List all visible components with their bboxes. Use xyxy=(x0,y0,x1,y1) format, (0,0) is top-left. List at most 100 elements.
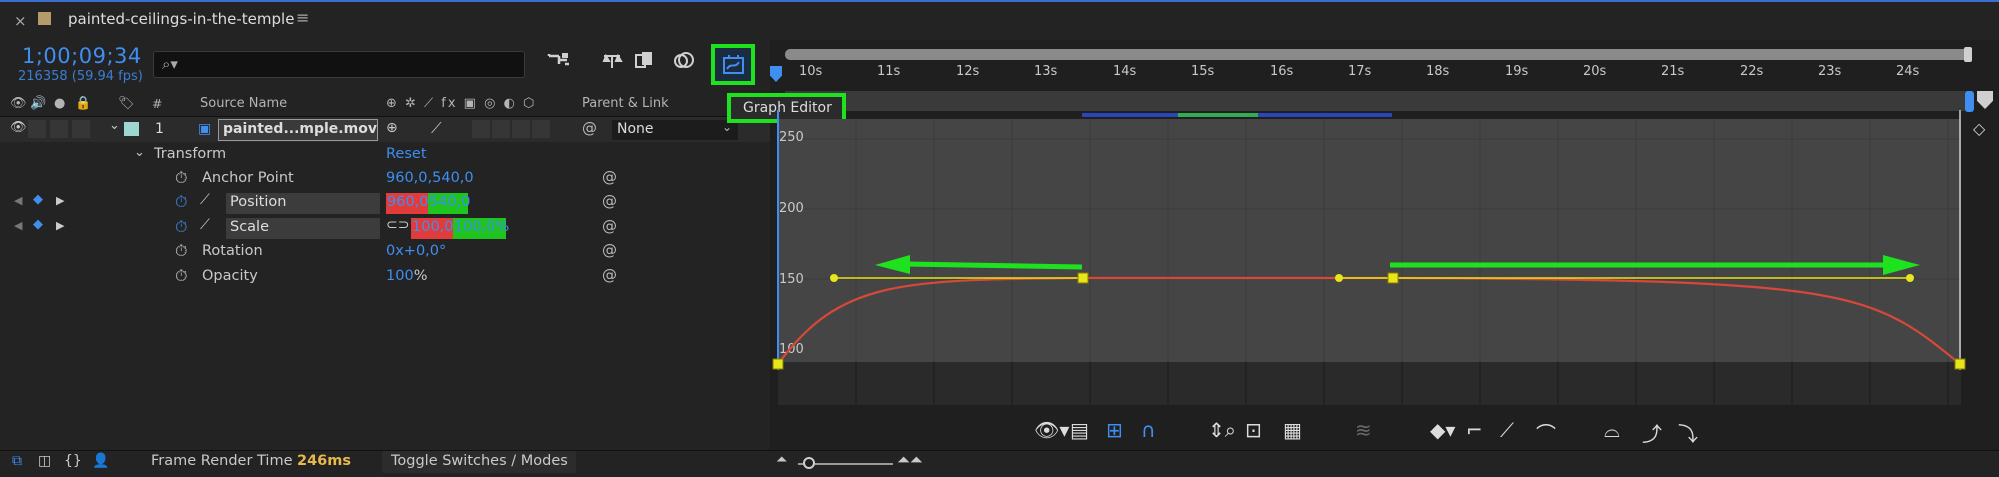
motion-blur-switch-cell[interactable] xyxy=(512,120,530,138)
transform-reset-link[interactable]: Reset xyxy=(386,146,427,162)
layer-search-input[interactable]: ⌕▾ xyxy=(153,51,525,78)
easy-ease-out-icon[interactable]: ⤵ xyxy=(1678,418,1698,447)
next-keyframe-icon[interactable]: ▶ xyxy=(56,219,64,232)
expression-pick-whip-icon[interactable]: @ xyxy=(602,241,617,259)
frame-render-time-label: Frame Render Time xyxy=(151,453,293,469)
position-x-value: 960,0, xyxy=(387,194,434,210)
position-label: Position xyxy=(230,194,287,210)
ruler-tick-label: 10s xyxy=(799,64,823,79)
comp-mini-flowchart-icon[interactable] xyxy=(547,50,571,75)
lock-switch-cell[interactable] xyxy=(72,120,90,138)
prev-keyframe-icon[interactable]: ◀ xyxy=(14,219,22,232)
choose-graph-type-icon[interactable]: ◇ xyxy=(1973,119,1985,138)
zoom-out-icon[interactable]: ⏶ xyxy=(776,452,787,468)
frame-blend-switch-cell[interactable] xyxy=(492,120,510,138)
bezier-handle-point xyxy=(1906,274,1914,282)
graph-toggle-icon[interactable]: ⟋ xyxy=(200,192,210,208)
column-parent-link[interactable]: Parent & Link xyxy=(582,96,669,111)
label-tag-icon: 🏷 xyxy=(118,96,135,111)
expression-pick-whip-icon[interactable]: @ xyxy=(602,217,617,235)
fit-selection-icon[interactable]: ⊡ xyxy=(1245,418,1262,442)
ruler-tick-label: 22s xyxy=(1740,64,1764,79)
footage-icon: ▣ xyxy=(198,121,212,137)
easy-ease-icon[interactable]: ⌓ xyxy=(1604,418,1620,442)
ruler-tick-label: 23s xyxy=(1818,64,1842,79)
ruler-tick-label: 18s xyxy=(1426,64,1450,79)
next-keyframe-icon[interactable]: ▶ xyxy=(56,194,64,207)
scale-y-field[interactable]: 100,0% xyxy=(453,218,509,239)
position-label-highlight: Position xyxy=(226,193,380,214)
column-source-name[interactable]: Source Name xyxy=(200,96,287,111)
navigator-end-handle[interactable] xyxy=(1964,47,1972,62)
graph-editor-button[interactable] xyxy=(711,44,755,85)
anchor-point-value[interactable]: 960,0,540,0 xyxy=(386,170,474,186)
composition-tab-title[interactable]: painted-ceilings-in-the-temple xyxy=(68,10,294,28)
stopwatch-active-icon[interactable]: ⏱ xyxy=(175,192,187,212)
hold-keyframe-icon[interactable]: ⌐ xyxy=(1466,418,1483,442)
effect-switch-cell[interactable] xyxy=(472,120,490,138)
scale-x-field[interactable]: 100,0, xyxy=(411,218,458,239)
stopwatch-active-icon[interactable]: ⏱ xyxy=(175,217,187,237)
transform-expand-chevron-icon[interactable]: ⌄ xyxy=(134,145,145,160)
layer-name-field[interactable]: painted...mple.mov xyxy=(218,119,378,141)
column-number: # xyxy=(152,96,163,111)
expression-pick-whip-icon[interactable]: @ xyxy=(602,168,617,186)
close-tab-icon[interactable]: × xyxy=(14,12,27,30)
transform-box-icon[interactable]: ⊞ xyxy=(1106,418,1123,442)
layer-label-color[interactable] xyxy=(124,122,139,136)
opacity-value-field[interactable]: 100% xyxy=(386,268,427,284)
work-area-end-handle[interactable] xyxy=(1965,91,1974,112)
audio-switch-cell[interactable] xyxy=(28,120,46,138)
graph-editor-toolbar xyxy=(771,410,1999,450)
keyframe-square xyxy=(1387,272,1399,284)
constrain-proportions-link-icon[interactable]: ⊂⊃ xyxy=(386,217,409,233)
auto-zoom-height-icon[interactable]: ⇕⌕ xyxy=(1208,418,1236,442)
solo-switch-cell[interactable] xyxy=(50,120,68,138)
graph-toggle-icon[interactable]: ⟋ xyxy=(200,217,210,233)
position-y-field[interactable]: 540,0 xyxy=(428,193,471,214)
expression-pick-whip-icon[interactable]: @ xyxy=(602,266,617,284)
parent-pick-whip-icon[interactable]: @ xyxy=(582,119,597,137)
layer-name: painted...mple.mov xyxy=(223,121,377,137)
frame-blending-icon[interactable] xyxy=(634,50,658,75)
parent-select[interactable]: None ⌄ xyxy=(612,120,738,140)
linear-keyframe-icon[interactable]: ⟋ xyxy=(1500,418,1514,442)
position-x-field[interactable]: 960,0, xyxy=(386,193,433,214)
stopwatch-icon[interactable]: ⏱ xyxy=(175,168,187,188)
adjustment-switch-cell[interactable] xyxy=(532,120,550,138)
shy-layers-icon[interactable]: 👤 xyxy=(92,453,109,469)
layer-expand-chevron-icon[interactable]: ⌄ xyxy=(109,118,120,133)
stopwatch-icon[interactable]: ⏱ xyxy=(175,266,187,286)
layer-visibility-icon[interactable]: 👁 xyxy=(10,120,27,135)
in-out-pane-icon[interactable]: {} xyxy=(64,453,82,469)
easy-ease-in-icon[interactable]: ⤴ xyxy=(1642,418,1662,447)
modes-pane-icon[interactable]: ◫ xyxy=(38,453,51,469)
zoom-slider-thumb[interactable] xyxy=(803,457,815,469)
annotation-arrow-left xyxy=(904,261,1083,270)
work-area-bar[interactable] xyxy=(785,91,1970,111)
show-properties-icon[interactable]: 👁▾ xyxy=(1034,418,1069,442)
stopwatch-icon[interactable]: ⏱ xyxy=(175,241,187,261)
fit-all-graphs-icon[interactable]: ▦ xyxy=(1283,418,1302,442)
auto-bezier-icon[interactable]: ⌒ xyxy=(1536,418,1556,447)
snap-icon[interactable]: ∩ xyxy=(1141,418,1156,442)
graph-options-icon[interactable]: ▤ xyxy=(1070,418,1089,442)
add-keyframe-icon[interactable]: ◆ xyxy=(33,192,43,207)
expression-pick-whip-icon[interactable]: @ xyxy=(602,192,617,210)
motion-blur-icon[interactable] xyxy=(671,50,697,75)
layer-switches-pane-icon[interactable]: ⧉ xyxy=(12,453,22,469)
rotation-value[interactable]: 0x+0,0° xyxy=(386,243,446,259)
prev-keyframe-icon[interactable]: ◀ xyxy=(14,194,22,207)
quality-switch-icon[interactable]: ⟋ xyxy=(431,119,442,137)
ruler-tick-label: 12s xyxy=(956,64,980,79)
time-navigator-bar[interactable] xyxy=(785,49,1970,60)
ruler-tick-label: 14s xyxy=(1113,64,1137,79)
scale-x-value: 100,0, xyxy=(412,219,459,235)
panel-menu-icon[interactable]: ≡ xyxy=(296,8,309,27)
current-time-display[interactable]: 1;00;09;34 xyxy=(22,44,142,68)
shy-switch-icon[interactable]: ⊕ xyxy=(386,120,398,136)
draft-3d-icon[interactable] xyxy=(600,50,624,75)
add-keyframe-icon[interactable]: ◆ xyxy=(33,217,43,232)
edit-keyframe-icon[interactable]: ◆▾ xyxy=(1430,418,1455,442)
zoom-in-icon[interactable]: ⏶⏶ xyxy=(897,450,923,470)
